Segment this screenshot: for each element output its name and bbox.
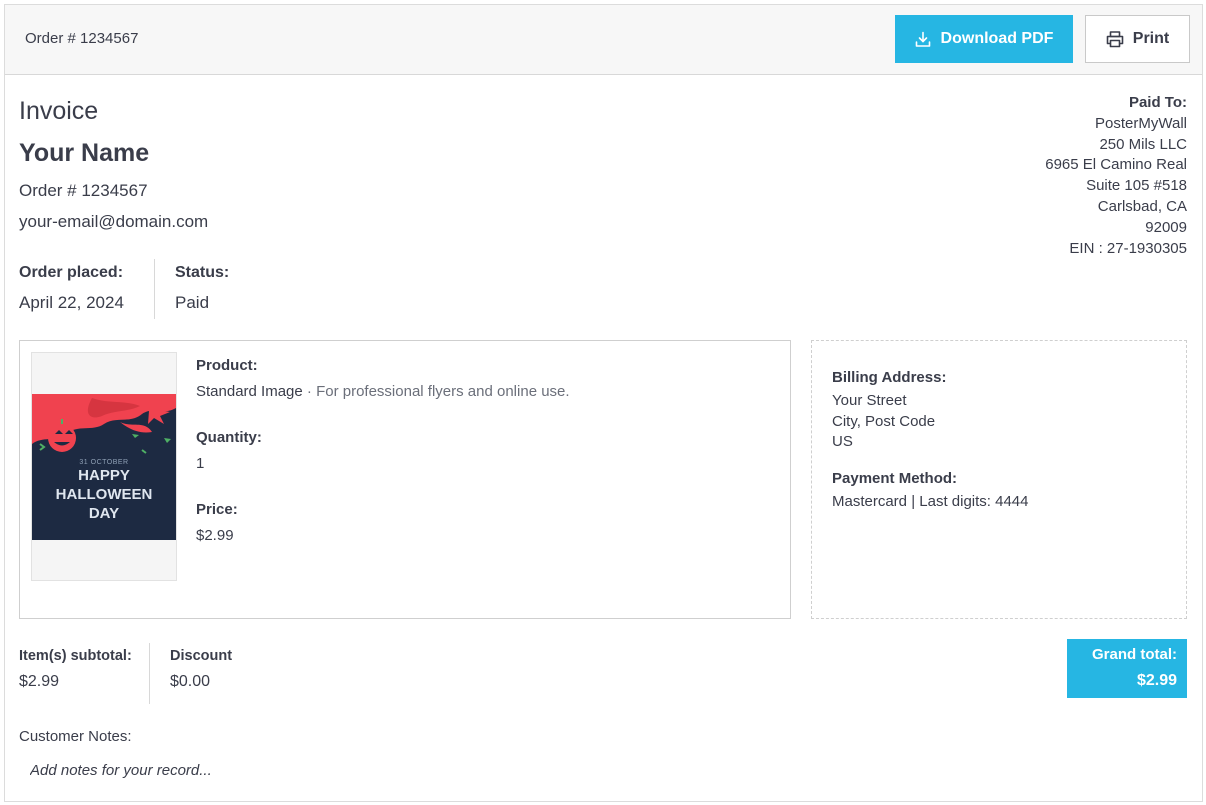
grand-total-value: $2.99 [1136,672,1177,689]
product-label: Product: [196,357,258,374]
subtotal-label: Item(s) subtotal: [19,648,132,664]
customer-name: Your Name [19,139,150,167]
thumbnail-text-line: HAPPY [78,467,130,484]
paid-to-line: 6965 El Camino Real [1045,156,1187,174]
discount-value: $0.00 [170,673,211,690]
print-label: Print [1132,30,1170,47]
invoice-toolbar: Order # 1234567 Download PDF Print [5,5,1202,75]
print-button[interactable]: Print [1085,15,1190,63]
order-placed-value: April 22, 2024 [19,293,124,312]
paid-to-line: 92009 [1145,218,1187,236]
customer-email: your-email@domain.com [19,212,209,231]
thumbnail-text-line: HALLOWEEN [55,486,153,503]
download-pdf-button[interactable]: Download PDF [895,15,1073,63]
paid-to-line: PosterMyWall [1095,114,1187,132]
billing-address-line: City, Post Code [832,412,936,430]
product-thumbnail-frame[interactable]: 31 OCTOBER HAPPY HALLOWEEN DAY [31,352,177,581]
billing-address-line: US [832,433,853,450]
meta-divider [154,259,155,319]
grand-total-label: Grand total: [1092,646,1177,663]
grand-total-box: Grand total: $2.99 [1067,639,1187,698]
billing-address-label: Billing Address: [832,369,947,386]
thumbnail-text-line: DAY [88,505,120,522]
download-icon [915,31,931,48]
product-description: · For professional flyers and online use… [302,383,570,400]
toolbar-order-ref: Order # 1234567 [25,30,139,47]
product-name: Standard Image [196,383,303,400]
paid-to-line: 250 Mils LLC [1099,135,1187,153]
quantity-value: 1 [196,455,205,472]
status-value: Paid [175,293,210,312]
price-value: $2.99 [196,527,234,544]
summary-divider [149,643,150,704]
paid-to-line: EIN : 27-1930305 [1069,239,1187,257]
billing-card: Billing Address: Your Street City, Post … [811,340,1187,619]
thumbnail-date-text: 31 OCTOBER [79,459,129,466]
order-number: Order # 1234567 [19,181,148,200]
invoice-page: Order # 1234567 Download PDF Print Invoi… [4,4,1203,802]
product-thumbnail: 31 OCTOBER HAPPY HALLOWEEN DAY [32,394,176,540]
price-label: Price: [196,501,238,518]
product-card: 31 OCTOBER HAPPY HALLOWEEN DAY Product: … [19,340,791,619]
invoice-title: Invoice [19,97,99,125]
paid-to-line: Carlsbad, CA [1097,197,1187,215]
customer-notes-label: Customer Notes: [19,728,132,745]
discount-label: Discount [170,648,233,664]
paid-to-block: Paid To: PosterMyWall 250 Mils LLC 6965 … [1045,93,1187,259]
printer-icon [1106,30,1124,48]
billing-address-line: Your Street [832,392,907,409]
order-placed-label: Order placed: [19,264,124,281]
subtotal-value: $2.99 [19,673,60,690]
download-pdf-label: Download PDF [940,30,1054,47]
payment-method-label: Payment Method: [832,470,958,487]
payment-method-value: Mastercard | Last digits: 4444 [832,493,1029,510]
billing-address: Your Street City, Post Code US [832,391,935,453]
paid-to-line: Suite 105 #518 [1086,177,1187,195]
status-label: Status: [175,264,230,281]
paid-to-label: Paid To: [1128,94,1187,111]
product-value: Standard Image · For professional flyers… [196,383,570,400]
quantity-label: Quantity: [196,429,262,446]
customer-notes-input[interactable] [19,755,1187,785]
